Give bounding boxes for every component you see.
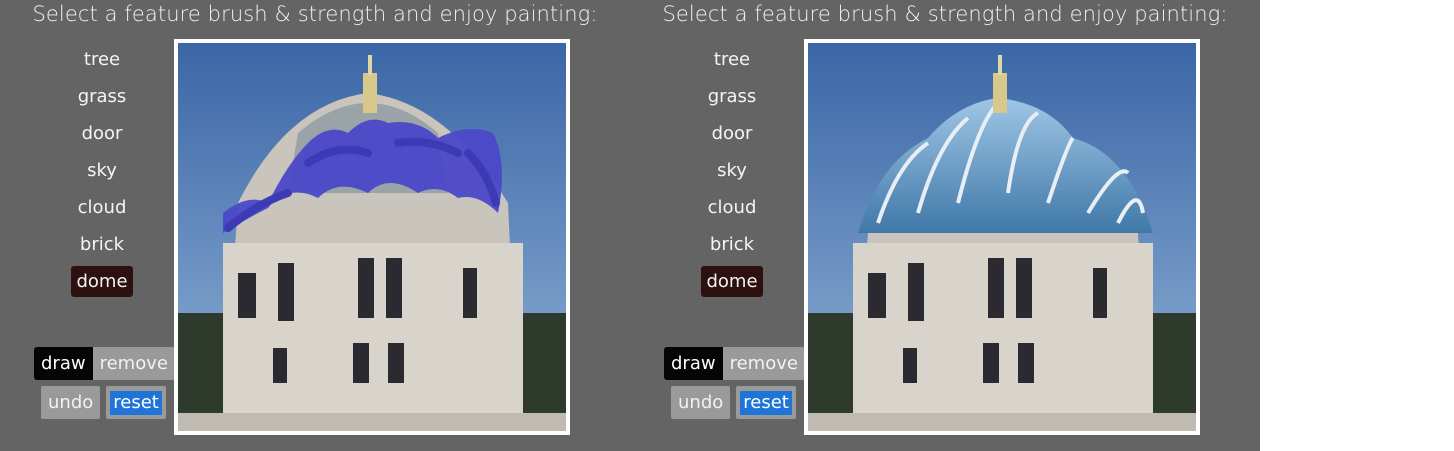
feature-grass[interactable]: grass [73,81,132,112]
app-stage: Select a feature brush & strength and en… [0,0,1260,451]
feature-tree[interactable]: tree [79,44,125,75]
painting-panel-output: Select a feature brush & strength and en… [630,0,1260,451]
feature-sky[interactable]: sky [82,155,122,186]
undo-button[interactable]: undo [41,386,101,419]
draw-button[interactable]: draw [34,347,93,380]
painting-canvas[interactable] [804,39,1200,435]
reset-button-label: reset [110,390,162,415]
mode-toggle: draw remove [664,347,805,380]
undo-button[interactable]: undo [671,386,731,419]
feature-tree[interactable]: tree [709,44,755,75]
remove-button[interactable]: remove [92,347,175,380]
reset-button[interactable]: reset [106,386,166,419]
feature-brick[interactable]: brick [75,229,129,260]
feature-door[interactable]: door [707,118,758,149]
building-image-with-strokes [178,43,566,431]
feature-dome[interactable]: dome [71,266,133,297]
feature-sky[interactable]: sky [712,155,752,186]
action-buttons: undo reset [671,386,796,419]
feature-dome[interactable]: dome [701,266,763,297]
panel-title: Select a feature brush & strength and en… [32,2,598,26]
painting-panel-input: Select a feature brush & strength and en… [0,0,630,451]
feature-cloud[interactable]: cloud [73,192,132,223]
panel-title: Select a feature brush & strength and en… [662,2,1228,26]
feature-cloud[interactable]: cloud [703,192,762,223]
remove-button[interactable]: remove [722,347,805,380]
feature-brush-list: tree grass door sky cloud brick dome [44,44,160,303]
feature-grass[interactable]: grass [703,81,762,112]
reset-button[interactable]: reset [736,386,796,419]
action-buttons: undo reset [41,386,166,419]
draw-button[interactable]: draw [664,347,723,380]
building-image-generated [808,43,1196,431]
painting-canvas[interactable] [174,39,570,435]
mode-toggle: draw remove [34,347,175,380]
feature-brick[interactable]: brick [705,229,759,260]
feature-door[interactable]: door [77,118,128,149]
feature-brush-list: tree grass door sky cloud brick dome [674,44,790,303]
reset-button-label: reset [740,390,792,415]
